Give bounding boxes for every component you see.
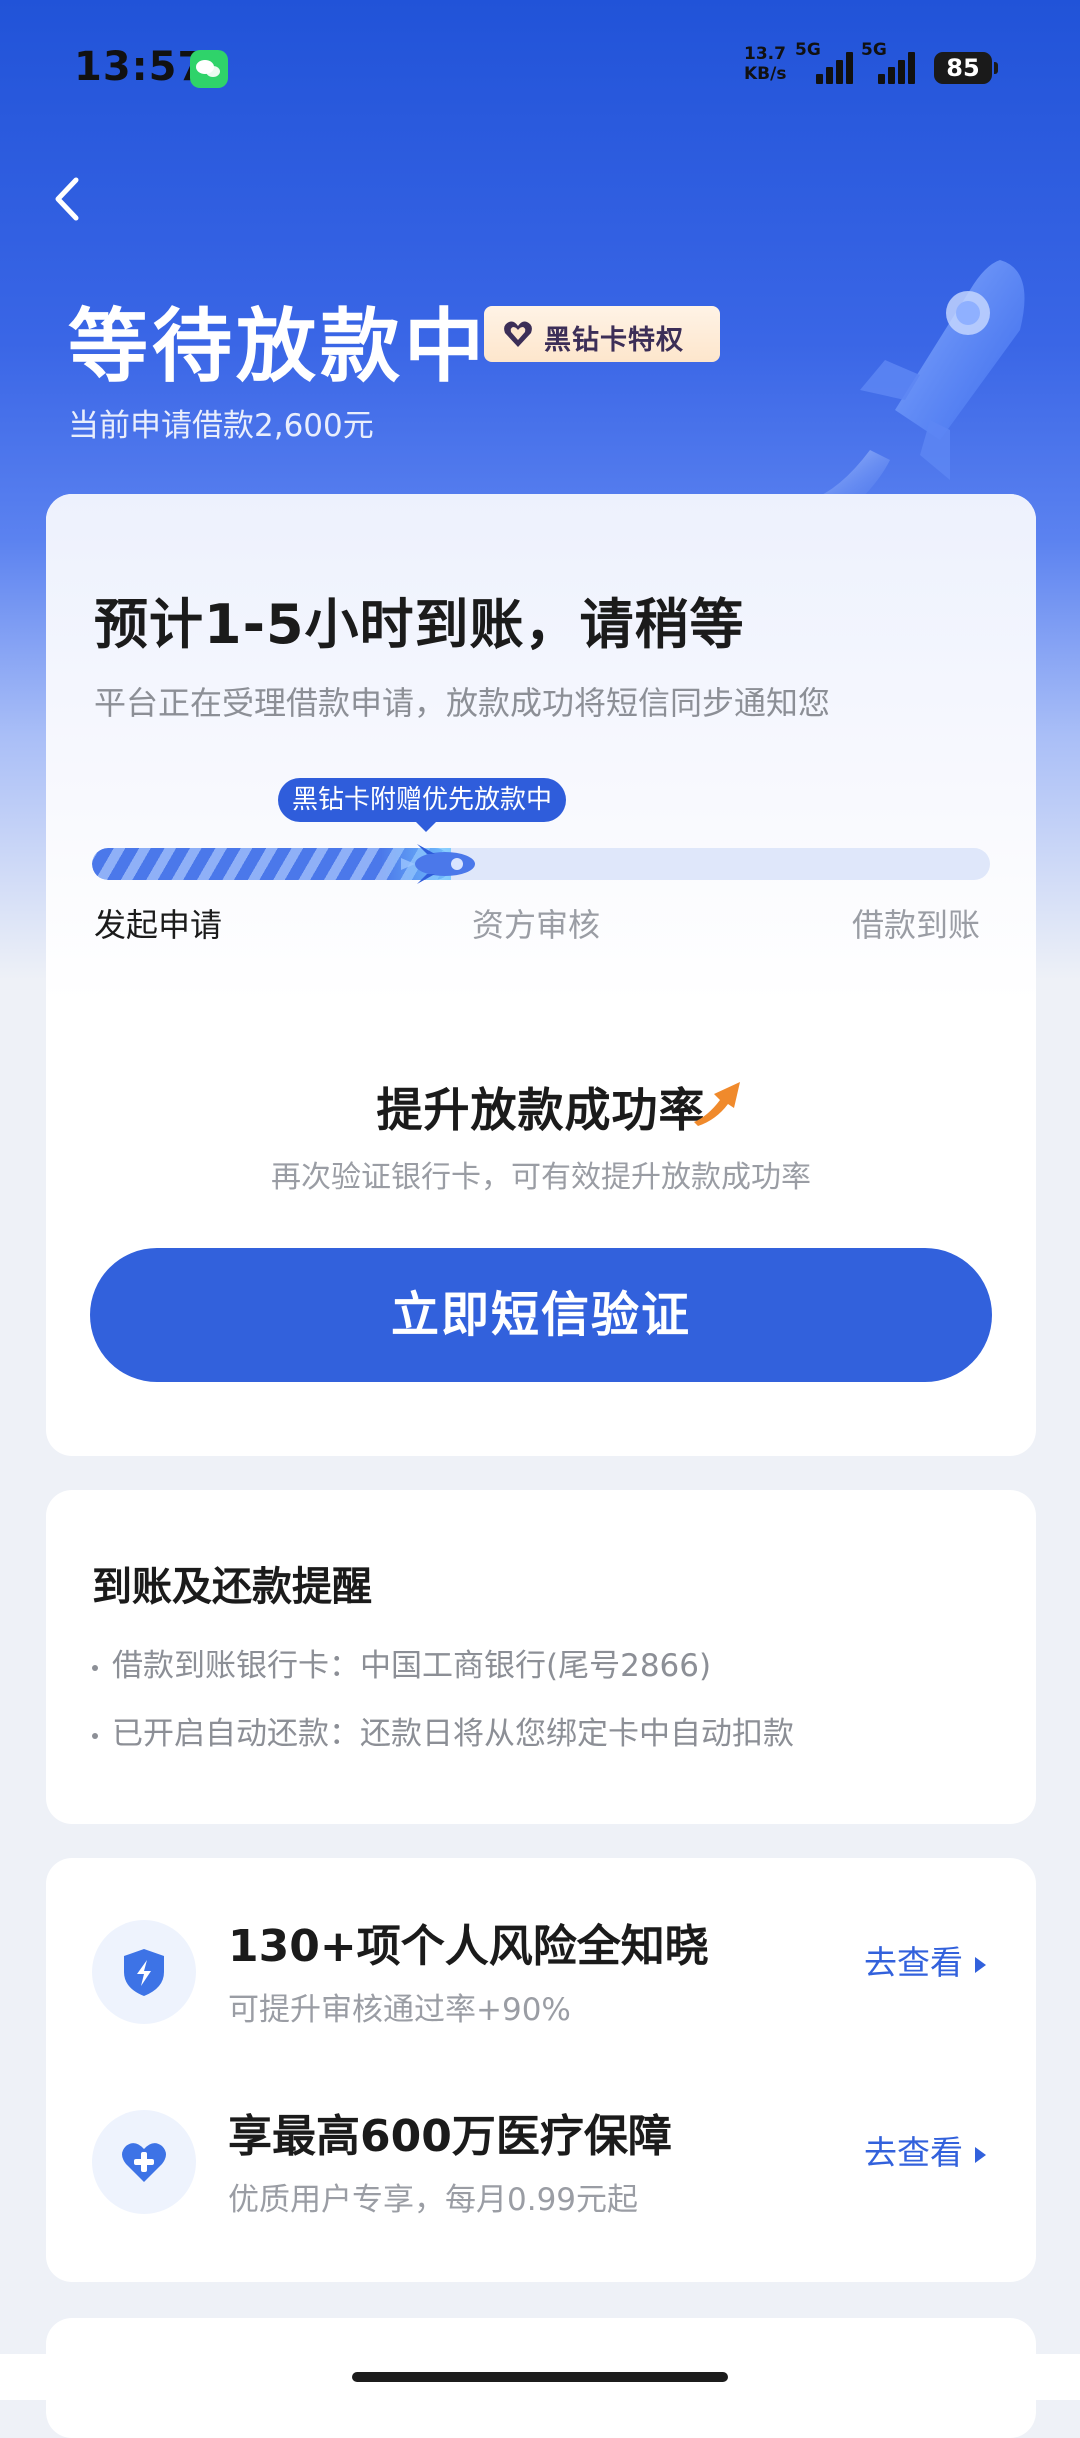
view-link[interactable]: 去查看 [864,1936,986,1984]
reminder-title: 到账及还款提醒 [92,1564,372,1610]
black-diamond-badge: 黑钻卡特权 [484,306,720,362]
wechat-notification-icon [190,50,228,88]
view-link-label: 去查看 [864,1943,963,1982]
reminder-item: 已开启自动还款：还款日将从您绑定卡中自动扣款 [92,1708,794,1753]
signal-strength-icon [812,48,858,84]
progress-track [92,848,990,880]
view-link-label: 去查看 [864,2133,963,2172]
shield-icon [92,1920,196,2024]
sms-verify-button[interactable]: 立即短信验证 [90,1248,992,1382]
reminder-item: 借款到账银行卡：中国工商银行(尾号2866) [92,1640,711,1685]
bullet-icon [92,1732,98,1739]
reminder-item-text: 已开启自动还款：还款日将从您绑定卡中自动扣款 [112,1716,794,1752]
network-speed: 13.7 KB/s [744,44,786,84]
trend-up-arrow-icon [694,1082,740,1126]
view-link[interactable]: 去查看 [864,2126,986,2174]
loan-status-card: 预计1-5小时到账，请稍等 平台正在受理借款申请，放款成功将短信同步通知您 黑钻… [46,494,1036,1456]
boost-description: 再次验证银行卡，可有效提升放款成功率 [271,1160,811,1195]
badge-label: 黑钻卡特权 [544,325,684,356]
page-title: 等待放款中 [68,300,488,393]
service-title: 享最高600万医疗保障 [228,2111,672,2162]
service-subtitle: 优质用户专享，每月0.99元起 [228,2182,639,2218]
eta-title: 预计1-5小时到账，请稍等 [94,593,745,656]
service-title: 130+项个人风险全知晓 [228,1921,709,1972]
home-indicator[interactable] [352,2372,728,2382]
play-arrow-icon [975,2146,986,2163]
play-arrow-icon [975,1956,986,1973]
progress-rocket-icon [401,844,475,884]
reminder-card: 到账及还款提醒 借款到账银行卡：中国工商银行(尾号2866) 已开启自动还款：还… [46,1490,1036,1824]
back-arrow-icon[interactable] [46,172,86,226]
network-speed-value: 13.7 [744,44,786,64]
service-medical-insurance[interactable]: 享最高600万医疗保障 优质用户专享，每月0.99元起 去查看 [46,2100,1036,2250]
network-speed-unit: KB/s [744,64,787,84]
boost-title-text: 提升放款成功率 [376,1083,706,1137]
rocket-illustration [810,260,1025,500]
status-bar: 13:57 13.7 KB/s 5G 5G 85 [0,0,1080,140]
step-apply: 发起申请 [94,906,223,944]
boost-title: 提升放款成功率 [46,1074,1036,1140]
battery-icon: 85 [934,52,998,84]
step-arrival: 借款到账 [852,906,981,944]
diamond-heart-icon [504,321,532,347]
priority-payout-tag: 黑钻卡附赠优先放款中 [278,778,567,832]
service-subtitle: 可提升审核通过率+90% [228,1992,571,2028]
services-card: 130+项个人风险全知晓 可提升审核通过率+90% 去查看 享最高600万医疗保… [46,1858,1036,2282]
reminder-item-text: 借款到账银行卡：中国工商银行(尾号2866) [112,1648,712,1684]
bullet-icon [92,1664,98,1671]
service-risk-report[interactable]: 130+项个人风险全知晓 可提升审核通过率+90% 去查看 [46,1910,1036,2060]
signal-strength-icon [878,48,924,84]
eta-description: 平台正在受理借款申请，放款成功将短信同步通知您 [94,684,831,722]
status-time: 13:57 [74,44,207,90]
loan-amount-subtitle: 当前申请借款2,600元 [68,408,374,444]
step-review: 资方审核 [472,906,601,944]
heart-plus-icon [92,2110,196,2214]
